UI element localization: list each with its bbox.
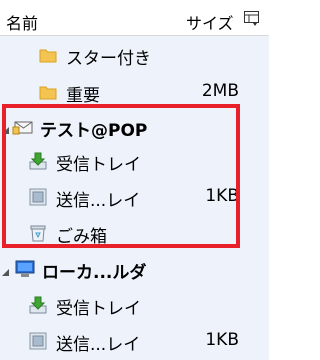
folder-tree: スター付き 重要 2MB テスト@POP 受信トレイ 送信...レイ 1KB ご… [0, 36, 269, 360]
folder-label: スター付き [66, 49, 151, 69]
size-column-header[interactable]: サイズ [186, 10, 234, 34]
folder-icon [38, 45, 58, 65]
folder-icon [38, 82, 58, 102]
account-local-folders[interactable]: ローカ...ルダ [0, 250, 269, 287]
account-label: ローカ...ルダ [42, 263, 147, 283]
folder-label: 重要 [66, 86, 100, 106]
local-folders-icon [14, 259, 35, 279]
folder-outbox[interactable]: 送信...レイ 1KB [0, 322, 269, 359]
column-header: 名前 サイズ [0, 0, 269, 36]
folder-inbox[interactable]: 受信トレイ [0, 286, 269, 323]
folder-starred[interactable]: スター付き [0, 36, 269, 73]
outbox-icon [28, 331, 48, 351]
name-column-header[interactable]: 名前 [6, 10, 38, 34]
folder-size: 2MB [201, 81, 239, 101]
folder-label: 受信トレイ [56, 299, 141, 319]
folder-label: 送信...レイ [56, 335, 141, 355]
inbox-icon [28, 295, 48, 315]
folder-size: 1KB [205, 330, 239, 350]
highlight-annotation-box [2, 104, 240, 248]
column-chooser-icon[interactable] [243, 9, 261, 27]
collapse-arrow-icon[interactable] [1, 263, 11, 276]
